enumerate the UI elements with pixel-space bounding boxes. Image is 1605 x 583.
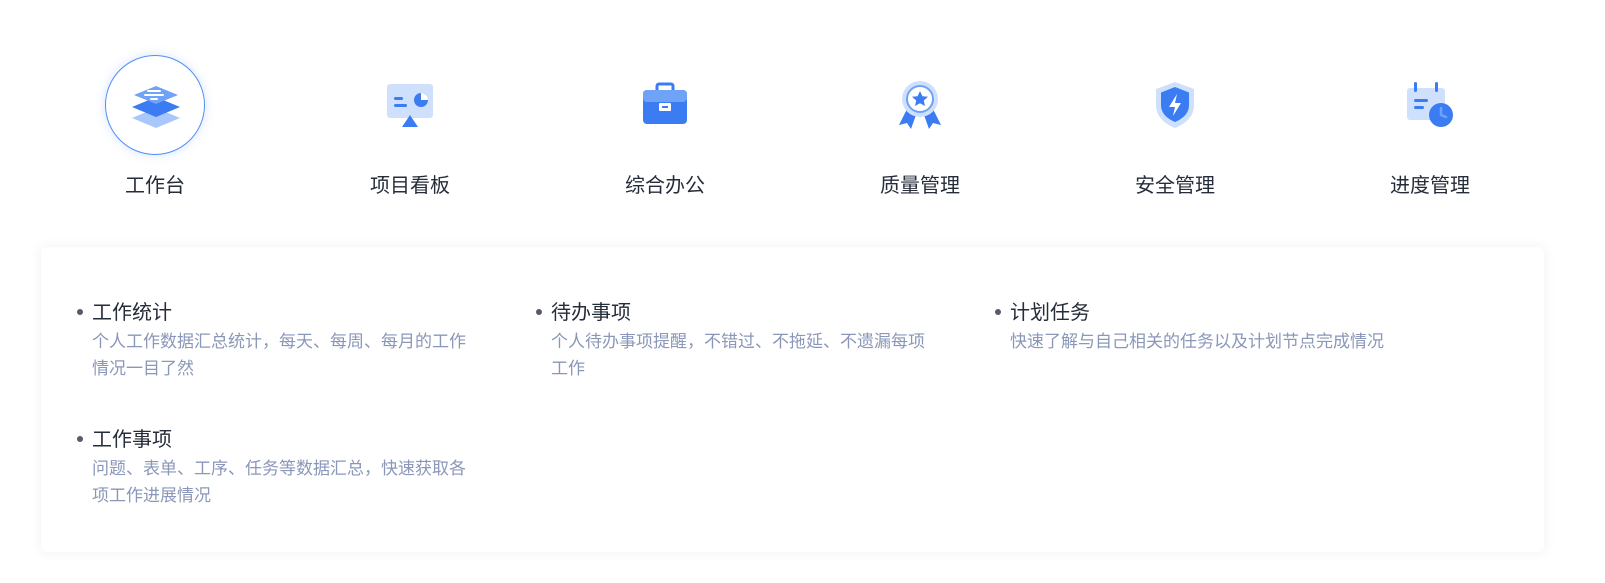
feature-card: 工作统计 个人工作数据汇总统计，每天、每周、每月的工作情况一目了然 待办事项 个… (41, 247, 1544, 552)
module-workbench[interactable]: 工作台 (55, 0, 255, 230)
module-icon-ring (1380, 55, 1480, 155)
feature-title: 计划任务 (1010, 300, 1090, 324)
calendar-clock-icon (1407, 82, 1453, 127)
feature-desc: 快速了解与自己相关的任务以及计划节点完成情况 (1010, 332, 1384, 352)
module-icon-ring (360, 55, 460, 155)
feature-desc: 个人工作数据汇总统计，每天、每周、每月的工作情况一目了然 (92, 332, 466, 379)
module-label: 进度管理 (1390, 173, 1470, 197)
module-progress[interactable]: 进度管理 (1330, 0, 1530, 230)
award-medal-icon (899, 81, 941, 129)
bullet-dot (536, 309, 542, 315)
layers-icon (132, 86, 180, 128)
module-safety[interactable]: 安全管理 (1075, 0, 1275, 230)
module-office[interactable]: 综合办公 (565, 0, 765, 230)
module-nav: 工作台 项目看板 综合办公 质量管理 安全管理 进度管理 (0, 0, 1605, 230)
feature-desc: 问题、表单、工序、任务等数据汇总，快速获取各项工作进展情况 (92, 459, 466, 506)
bullet-dot (77, 436, 83, 442)
module-label: 安全管理 (1135, 173, 1215, 197)
module-project-board[interactable]: 项目看板 (310, 0, 510, 230)
bullet-dot (77, 309, 83, 315)
module-label: 项目看板 (370, 173, 450, 197)
bullet-dot (995, 309, 1001, 315)
module-icon-ring (105, 55, 205, 155)
module-quality[interactable]: 质量管理 (820, 0, 1020, 230)
module-label: 质量管理 (880, 173, 960, 197)
feature-title: 工作统计 (92, 300, 172, 324)
module-label: 综合办公 (625, 173, 705, 197)
module-icon-ring (1125, 55, 1225, 155)
feature-title: 待办事项 (551, 300, 631, 324)
shield-bolt-icon (1156, 82, 1194, 128)
dashboard-board-icon (387, 84, 433, 127)
module-icon-ring (870, 55, 970, 155)
feature-desc: 个人待办事项提醒，不错过、不拖延、不遗漏每项工作 (551, 332, 925, 379)
module-label: 工作台 (125, 173, 185, 197)
module-icon-ring (615, 55, 715, 155)
briefcase-icon (643, 82, 687, 124)
feature-title: 工作事项 (92, 427, 172, 451)
